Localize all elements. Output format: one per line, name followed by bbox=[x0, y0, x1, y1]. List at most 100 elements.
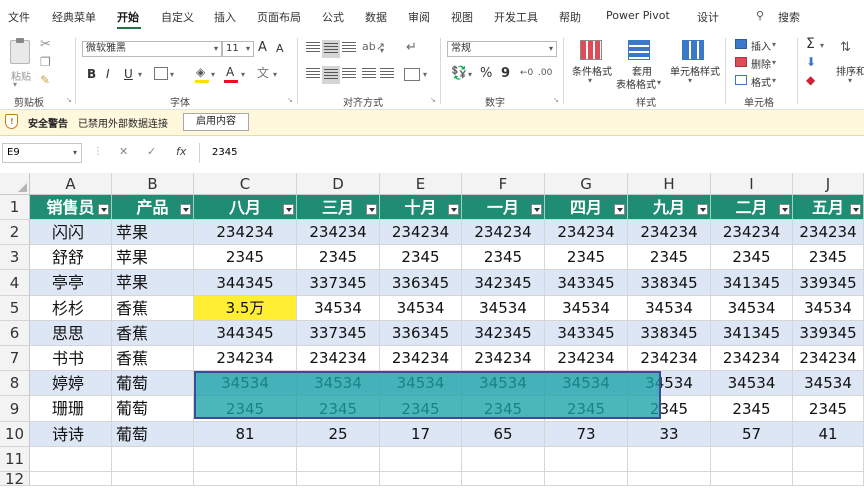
table-header-cell[interactable]: 三月 bbox=[297, 195, 380, 220]
table-cell[interactable]: 34534 bbox=[545, 371, 628, 396]
table-cell[interactable]: 338345 bbox=[628, 321, 711, 346]
empty-cell[interactable] bbox=[30, 472, 112, 486]
underline-button[interactable]: U bbox=[124, 67, 133, 81]
table-header-cell[interactable]: 九月 bbox=[628, 195, 711, 220]
align-bottom-icon[interactable] bbox=[342, 42, 356, 54]
delete-cells-label[interactable]: 删除 bbox=[751, 56, 771, 71]
row-header-1[interactable]: 1 bbox=[0, 195, 30, 220]
empty-cell[interactable] bbox=[793, 447, 864, 472]
chevron-down-icon[interactable]: ▾ bbox=[273, 70, 277, 79]
borders-icon[interactable] bbox=[154, 67, 168, 80]
fill-icon[interactable]: ⬇ bbox=[806, 55, 816, 69]
table-cell[interactable]: 234234 bbox=[462, 346, 545, 371]
chevron-down-icon[interactable]: ▾ bbox=[468, 70, 472, 79]
empty-cell[interactable] bbox=[297, 447, 380, 472]
align-top-icon[interactable] bbox=[306, 42, 320, 54]
table-cell[interactable]: 香蕉 bbox=[112, 321, 194, 346]
sort-filter-icon[interactable]: ⇅ bbox=[840, 40, 851, 55]
empty-cell[interactable] bbox=[297, 472, 380, 486]
empty-cell[interactable] bbox=[112, 472, 194, 486]
table-cell[interactable]: 234234 bbox=[194, 220, 297, 245]
tab-insert[interactable]: 插入 bbox=[214, 9, 236, 25]
table-cell[interactable]: 34534 bbox=[297, 371, 380, 396]
empty-cell[interactable] bbox=[462, 472, 545, 486]
table-cell[interactable]: 香蕉 bbox=[112, 346, 194, 371]
italic-button[interactable]: I bbox=[106, 67, 110, 81]
table-cell[interactable]: 2345 bbox=[628, 396, 711, 422]
tab-review[interactable]: 审阅 bbox=[408, 9, 430, 25]
empty-cell[interactable] bbox=[30, 447, 112, 472]
table-cell[interactable]: 341345 bbox=[711, 270, 793, 296]
column-header-i[interactable]: I bbox=[711, 173, 793, 195]
empty-cell[interactable] bbox=[545, 447, 628, 472]
increase-decimal-icon[interactable]: ←0 bbox=[520, 68, 533, 78]
filter-dropdown-icon[interactable] bbox=[850, 204, 861, 215]
table-header-cell[interactable]: 四月 bbox=[545, 195, 628, 220]
name-box[interactable]: E9 ▾ bbox=[2, 143, 82, 163]
table-cell[interactable]: 2345 bbox=[462, 396, 545, 422]
column-header-j[interactable]: J bbox=[793, 173, 864, 195]
table-cell[interactable]: 234234 bbox=[711, 220, 793, 245]
table-cell[interactable]: 65 bbox=[462, 422, 545, 447]
merge-center-icon[interactable] bbox=[404, 68, 420, 81]
table-cell[interactable]: 81 bbox=[194, 422, 297, 447]
table-cell[interactable]: 2345 bbox=[194, 245, 297, 270]
chevron-down-icon[interactable]: ▾ bbox=[380, 46, 384, 55]
filter-dropdown-icon[interactable] bbox=[366, 204, 377, 215]
percent-button[interactable]: % bbox=[480, 66, 492, 81]
format-as-table-icon[interactable] bbox=[628, 40, 650, 60]
empty-cell[interactable] bbox=[380, 447, 462, 472]
table-cell[interactable]: 舒舒 bbox=[30, 245, 112, 270]
tab-power-pivot[interactable]: Power Pivot bbox=[606, 9, 670, 22]
table-cell[interactable]: 2345 bbox=[793, 245, 864, 270]
delete-cells-icon[interactable] bbox=[735, 57, 747, 67]
wrap-text-icon[interactable]: ↵ bbox=[406, 40, 417, 55]
table-cell[interactable]: 香蕉 bbox=[112, 296, 194, 321]
table-cell[interactable]: 234234 bbox=[297, 220, 380, 245]
table-cell[interactable]: 34534 bbox=[194, 371, 297, 396]
clear-icon[interactable]: ◆ bbox=[806, 73, 815, 87]
search-icon[interactable]: ⚲ bbox=[756, 9, 764, 22]
table-cell[interactable]: 57 bbox=[711, 422, 793, 447]
font-launcher-icon[interactable]: ↘ bbox=[287, 96, 293, 104]
table-cell[interactable]: 73 bbox=[545, 422, 628, 447]
chevron-down-icon[interactable]: ▾ bbox=[657, 78, 661, 87]
table-cell[interactable]: 34534 bbox=[297, 296, 380, 321]
align-left-icon[interactable] bbox=[306, 68, 320, 80]
table-header-cell[interactable]: 八月 bbox=[194, 195, 297, 220]
row-header-12[interactable]: 12 bbox=[0, 472, 30, 487]
table-header-cell[interactable]: 十月 bbox=[380, 195, 462, 220]
table-cell[interactable]: 2345 bbox=[380, 245, 462, 270]
table-cell[interactable]: 34534 bbox=[793, 296, 864, 321]
table-cell[interactable]: 341345 bbox=[711, 321, 793, 346]
column-header-a[interactable]: A bbox=[30, 173, 112, 195]
table-cell[interactable]: 2345 bbox=[628, 245, 711, 270]
paste-dropdown-icon[interactable]: ▾ bbox=[13, 80, 17, 89]
number-format-dropdown[interactable]: 常规 ▾ bbox=[447, 41, 557, 57]
formula-input[interactable]: 2345 bbox=[199, 143, 864, 163]
table-cell[interactable]: 34534 bbox=[462, 371, 545, 396]
table-cell[interactable]: 337345 bbox=[297, 270, 380, 296]
filter-dropdown-icon[interactable] bbox=[779, 204, 790, 215]
table-cell[interactable]: 珊珊 bbox=[30, 396, 112, 422]
table-cell[interactable]: 344345 bbox=[194, 270, 297, 296]
table-header-cell[interactable]: 二月 bbox=[711, 195, 793, 220]
conditional-format-icon[interactable] bbox=[580, 40, 602, 60]
column-header-f[interactable]: F bbox=[462, 173, 545, 195]
insert-cells-icon[interactable] bbox=[735, 39, 747, 49]
comma-style-button[interactable]: 9 bbox=[501, 66, 510, 81]
clipboard-launcher-icon[interactable]: ↘ bbox=[66, 96, 72, 104]
font-name-dropdown[interactable]: 微软雅黑 ▾ bbox=[82, 41, 222, 57]
table-cell[interactable]: 葡萄 bbox=[112, 396, 194, 422]
chevron-down-icon[interactable]: ▾ bbox=[138, 70, 142, 79]
cell-styles-label[interactable]: 单元格样式 bbox=[670, 63, 720, 78]
table-cell[interactable]: 书书 bbox=[30, 346, 112, 371]
table-cell[interactable]: 34534 bbox=[628, 371, 711, 396]
chevron-down-icon[interactable]: ▾ bbox=[848, 76, 852, 85]
table-cell[interactable]: 婷婷 bbox=[30, 371, 112, 396]
table-cell[interactable]: 诗诗 bbox=[30, 422, 112, 447]
table-cell[interactable]: 苹果 bbox=[112, 245, 194, 270]
number-launcher-icon[interactable]: ↘ bbox=[553, 96, 559, 104]
row-header-5[interactable]: 5 bbox=[0, 296, 30, 321]
row-header-3[interactable]: 3 bbox=[0, 245, 30, 270]
